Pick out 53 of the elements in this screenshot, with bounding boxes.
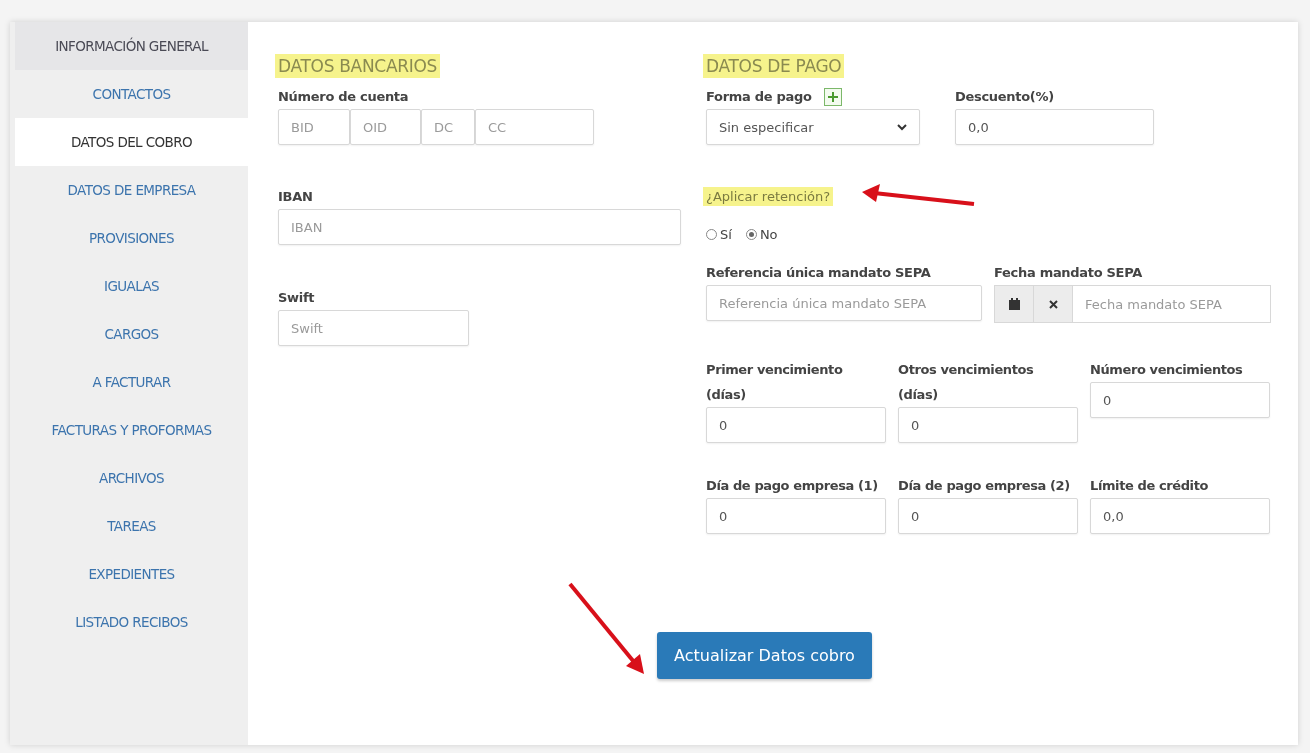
sidebar-item[interactable]: ARCHIVOS (15, 454, 248, 502)
field-label: Número vencimientos (1090, 361, 1244, 379)
input-field[interactable]: 0 (706, 498, 886, 534)
sidebar-item[interactable]: LISTADO RECIBOS (15, 598, 248, 646)
update-button[interactable]: Actualizar Datos cobro (657, 632, 872, 679)
sidebar-item[interactable]: IGUALAS (15, 262, 248, 310)
sidebar-item[interactable]: A FACTURAR (15, 358, 248, 406)
sidebar-item[interactable]: FACTURAS Y PROFORMAS (15, 406, 248, 454)
field-label: Día de pago empresa (1) (706, 477, 879, 495)
sidebar-item[interactable]: INFORMACIÓN GENERAL (15, 22, 248, 70)
section-title: DATOS DE PAGO (703, 54, 845, 78)
field-label: Otros vencimientos (días) (898, 361, 1035, 404)
sidebar-item[interactable]: EXPEDIENTES (15, 550, 248, 598)
input-field[interactable]: 0,0 (955, 109, 1154, 145)
input-field[interactable]: 0 (706, 407, 886, 443)
field-label: Primer vencimiento (días) (706, 361, 844, 404)
field-label: Número de cuenta (278, 88, 410, 106)
input-field[interactable]: Referencia única mandato SEPA (706, 285, 982, 321)
sidebar-item[interactable]: CONTACTOS (15, 70, 248, 118)
input-field[interactable]: DC (421, 109, 475, 145)
field-label: Fecha mandato SEPA (994, 264, 1143, 282)
field-label: Referencia única mandato SEPA (706, 264, 932, 282)
field-label: Límite de crédito (1090, 477, 1209, 495)
sidebar-item[interactable]: CARGOS (15, 310, 248, 358)
dropdown[interactable]: Sin especificar (706, 109, 920, 145)
sidebar-item[interactable]: DATOS DE EMPRESA (15, 166, 248, 214)
input-field[interactable]: 0 (1090, 382, 1270, 418)
date-field[interactable]: Fecha mandato SEPA (994, 285, 1271, 323)
calendar-icon (1008, 298, 1020, 310)
close-icon[interactable] (1048, 299, 1058, 309)
chevron-down-icon (897, 123, 907, 131)
plus-icon (827, 91, 838, 102)
input-field[interactable]: 0 (898, 407, 1078, 443)
field-label: IBAN (278, 188, 314, 206)
field-label: ¿Aplicar retención? (703, 187, 834, 206)
field-label: Swift (278, 289, 316, 307)
input-field[interactable]: CC (475, 109, 594, 145)
input-field[interactable]: BID (278, 109, 350, 145)
input-field[interactable]: IBAN (278, 209, 681, 245)
field-label: Forma de pago (706, 88, 812, 106)
input-field[interactable]: 0,0 (1090, 498, 1270, 534)
radio-option[interactable]: Sí (706, 227, 732, 242)
sidebar-item[interactable]: PROVISIONES (15, 214, 248, 262)
input-field[interactable]: OID (350, 109, 421, 145)
add-button[interactable] (823, 87, 842, 106)
sidebar-item[interactable]: TAREAS (15, 502, 248, 550)
sidebar-item[interactable]: DATOS DEL COBRO (15, 118, 248, 166)
input-field[interactable]: Swift (278, 310, 469, 346)
field-label: Día de pago empresa (2) (898, 477, 1071, 495)
radio-option[interactable]: No (745, 227, 778, 242)
input-field[interactable]: 0 (898, 498, 1078, 534)
field-label: Descuento(%) (955, 88, 1055, 106)
section-title: DATOS BANCARIOS (275, 54, 441, 78)
